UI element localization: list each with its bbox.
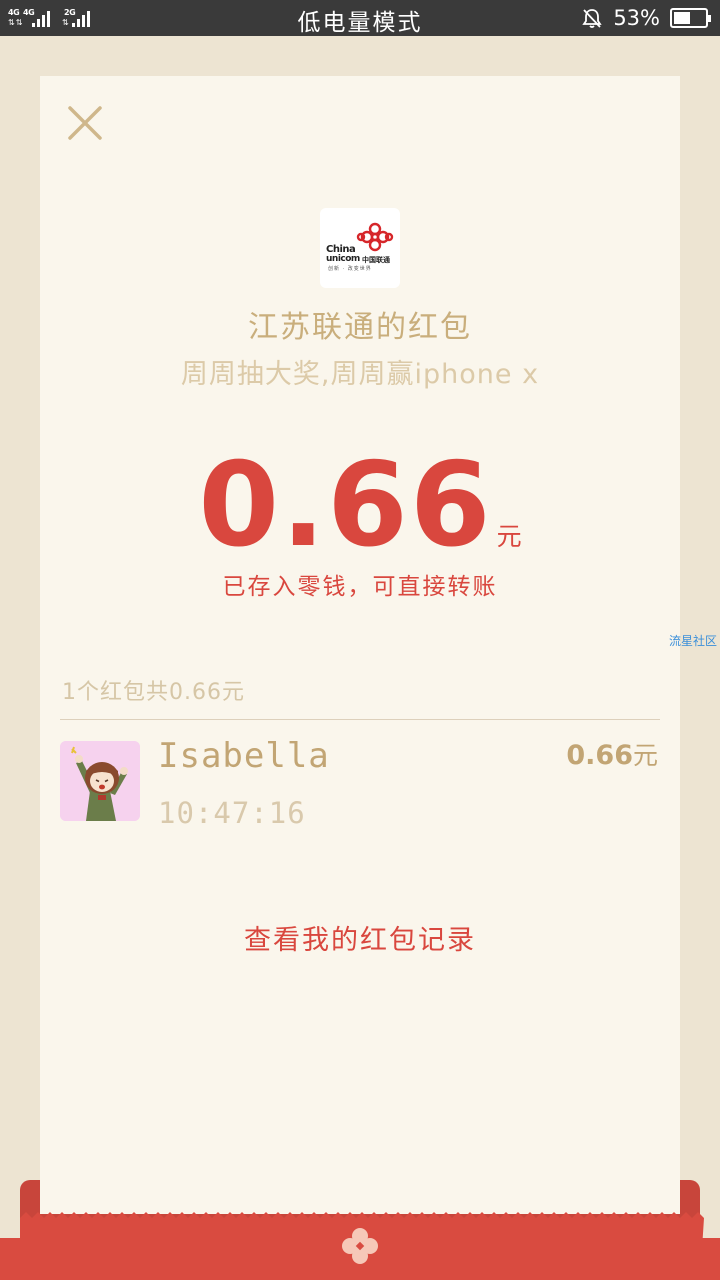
logo-slogan: 创新 · 改变世界 [328, 266, 372, 272]
receiver-amount-value: 0.66 [566, 740, 633, 771]
red-envelope-footer [0, 1178, 720, 1280]
unicom-knot-icon [356, 222, 394, 252]
deposit-note: 已存入零钱，可直接转账 [222, 574, 498, 600]
receiver-name: Isabella [158, 736, 330, 776]
logo-text-unicom: unicom [326, 254, 360, 264]
packet-summary: 1个红包共0.66元 [62, 680, 245, 705]
receiver-amount-unit: 元 [632, 741, 658, 770]
sender-title: 江苏联通的红包 [248, 310, 472, 345]
logo-text-cn: 中国联通 [362, 256, 390, 264]
battery-percent: 53% [613, 6, 660, 30]
receive-time: 10:47:16 [158, 796, 306, 830]
status-bar: 4G 4G ⇅⇅ 2G ⇅ 低电量模式 53% [0, 0, 720, 36]
watermark-text: 流星社区 [669, 634, 718, 648]
wish-message: 周周抽大奖,周周赢iphone x [180, 359, 540, 390]
close-icon[interactable] [66, 104, 104, 142]
view-history-link[interactable]: 查看我的红包记录 [40, 918, 680, 957]
receiver-amount: 0.66元 [566, 736, 658, 772]
battery-icon [670, 8, 711, 28]
bell-muted-icon [582, 9, 602, 28]
divider [60, 719, 660, 720]
flower-seal-icon[interactable] [340, 1226, 380, 1266]
avatar[interactable] [60, 741, 140, 821]
china-unicom-logo: China unicom 中国联通 创新 · 改变世界 [320, 208, 400, 288]
amount-value: 0.66 [198, 438, 493, 573]
amount-unit: 元 [496, 522, 522, 551]
battery-fill [674, 12, 690, 24]
red-packet-card: China unicom 中国联通 创新 · 改变世界 江苏联通的红包 周周抽大… [40, 76, 680, 1220]
received-amount: 0.66 元 [40, 438, 680, 573]
